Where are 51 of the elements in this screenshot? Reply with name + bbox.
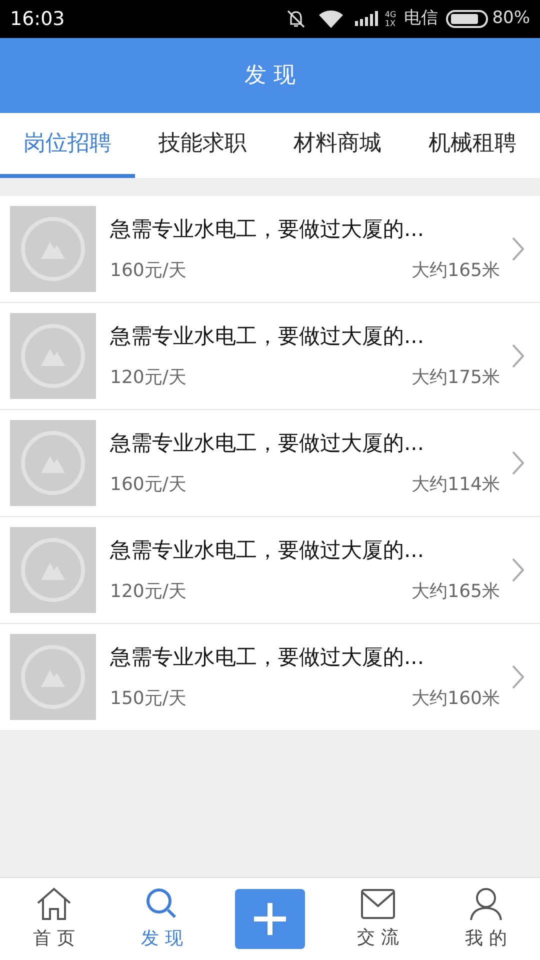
plus-icon [253,902,287,936]
job-listing[interactable]: 急需专业水电工，要做过大厦的... 120元/天 大约175米 [0,303,540,409]
listing-pay: 160元/天 [110,473,186,498]
chevron-right-icon [512,237,524,261]
nav-tab[interactable]: 交 流 [324,888,432,950]
listing-pay: 160元/天 [110,259,186,284]
user-icon [468,886,504,920]
job-listing[interactable]: 急需专业水电工，要做过大厦的... 160元/天 大约114米 [0,410,540,516]
image-placeholder-icon [10,634,96,720]
listing-distance: 大约160米 [412,687,500,712]
battery-level: 80% [492,7,530,30]
listing-title: 急需专业水电工，要做过大厦的... [110,430,426,457]
listing-title: 急需专业水电工，要做过大厦的... [110,644,426,671]
listing-title: 急需专业水电工，要做过大厦的... [110,216,426,243]
listing-distance: 大约114米 [412,473,500,498]
nav-tab[interactable]: 发 现 [108,886,216,952]
network-type: 4G 1X [384,10,396,28]
chevron-right-icon [512,344,524,368]
listing-pay: 120元/天 [110,580,186,604]
listing-distance: 大约165米 [412,259,500,284]
image-placeholder-icon [10,206,96,292]
job-listing[interactable]: 急需专业水电工，要做过大厦的... 120元/天 大约165米 [0,517,540,623]
job-listing[interactable]: 急需专业水电工，要做过大厦的... 150元/天 大约160米 [0,624,540,730]
listing-distance: 大约165米 [412,580,500,604]
listing-pay: 120元/天 [110,366,186,390]
chevron-right-icon [512,665,524,689]
category-tab[interactable]: 岗位招聘 [0,113,135,178]
carrier: 电信 [404,7,438,30]
nav-tab[interactable]: 首 页 [0,886,108,952]
image-placeholder-icon [10,420,96,506]
image-placeholder-icon [10,313,96,399]
chevron-right-icon [512,451,524,475]
listing-pay: 150元/天 [110,687,186,712]
image-placeholder-icon [10,527,96,613]
page-title: 发 现 [244,62,296,90]
category-tab[interactable]: 材料商城 [270,113,405,178]
nav-tab[interactable]: 我 的 [432,886,540,952]
listing-title: 急需专业水电工，要做过大厦的... [110,536,426,564]
listing-title: 急需专业水电工，要做过大厦的... [110,322,426,350]
listing-distance: 大约175米 [412,366,500,390]
clock: 16:03 [10,6,65,32]
mail-icon [360,888,396,920]
category-tab[interactable]: 技能求职 [135,113,270,178]
job-listing[interactable]: 急需专业水电工，要做过大厦的... 160元/天 大约165米 [0,196,540,302]
add-button[interactable] [235,889,305,949]
home-icon [36,886,72,920]
bell-muted-icon [284,9,307,29]
category-tab[interactable]: 机械租聘 [405,113,540,178]
wifi-icon [318,10,343,28]
battery-icon [446,10,488,28]
chevron-right-icon [512,558,524,582]
